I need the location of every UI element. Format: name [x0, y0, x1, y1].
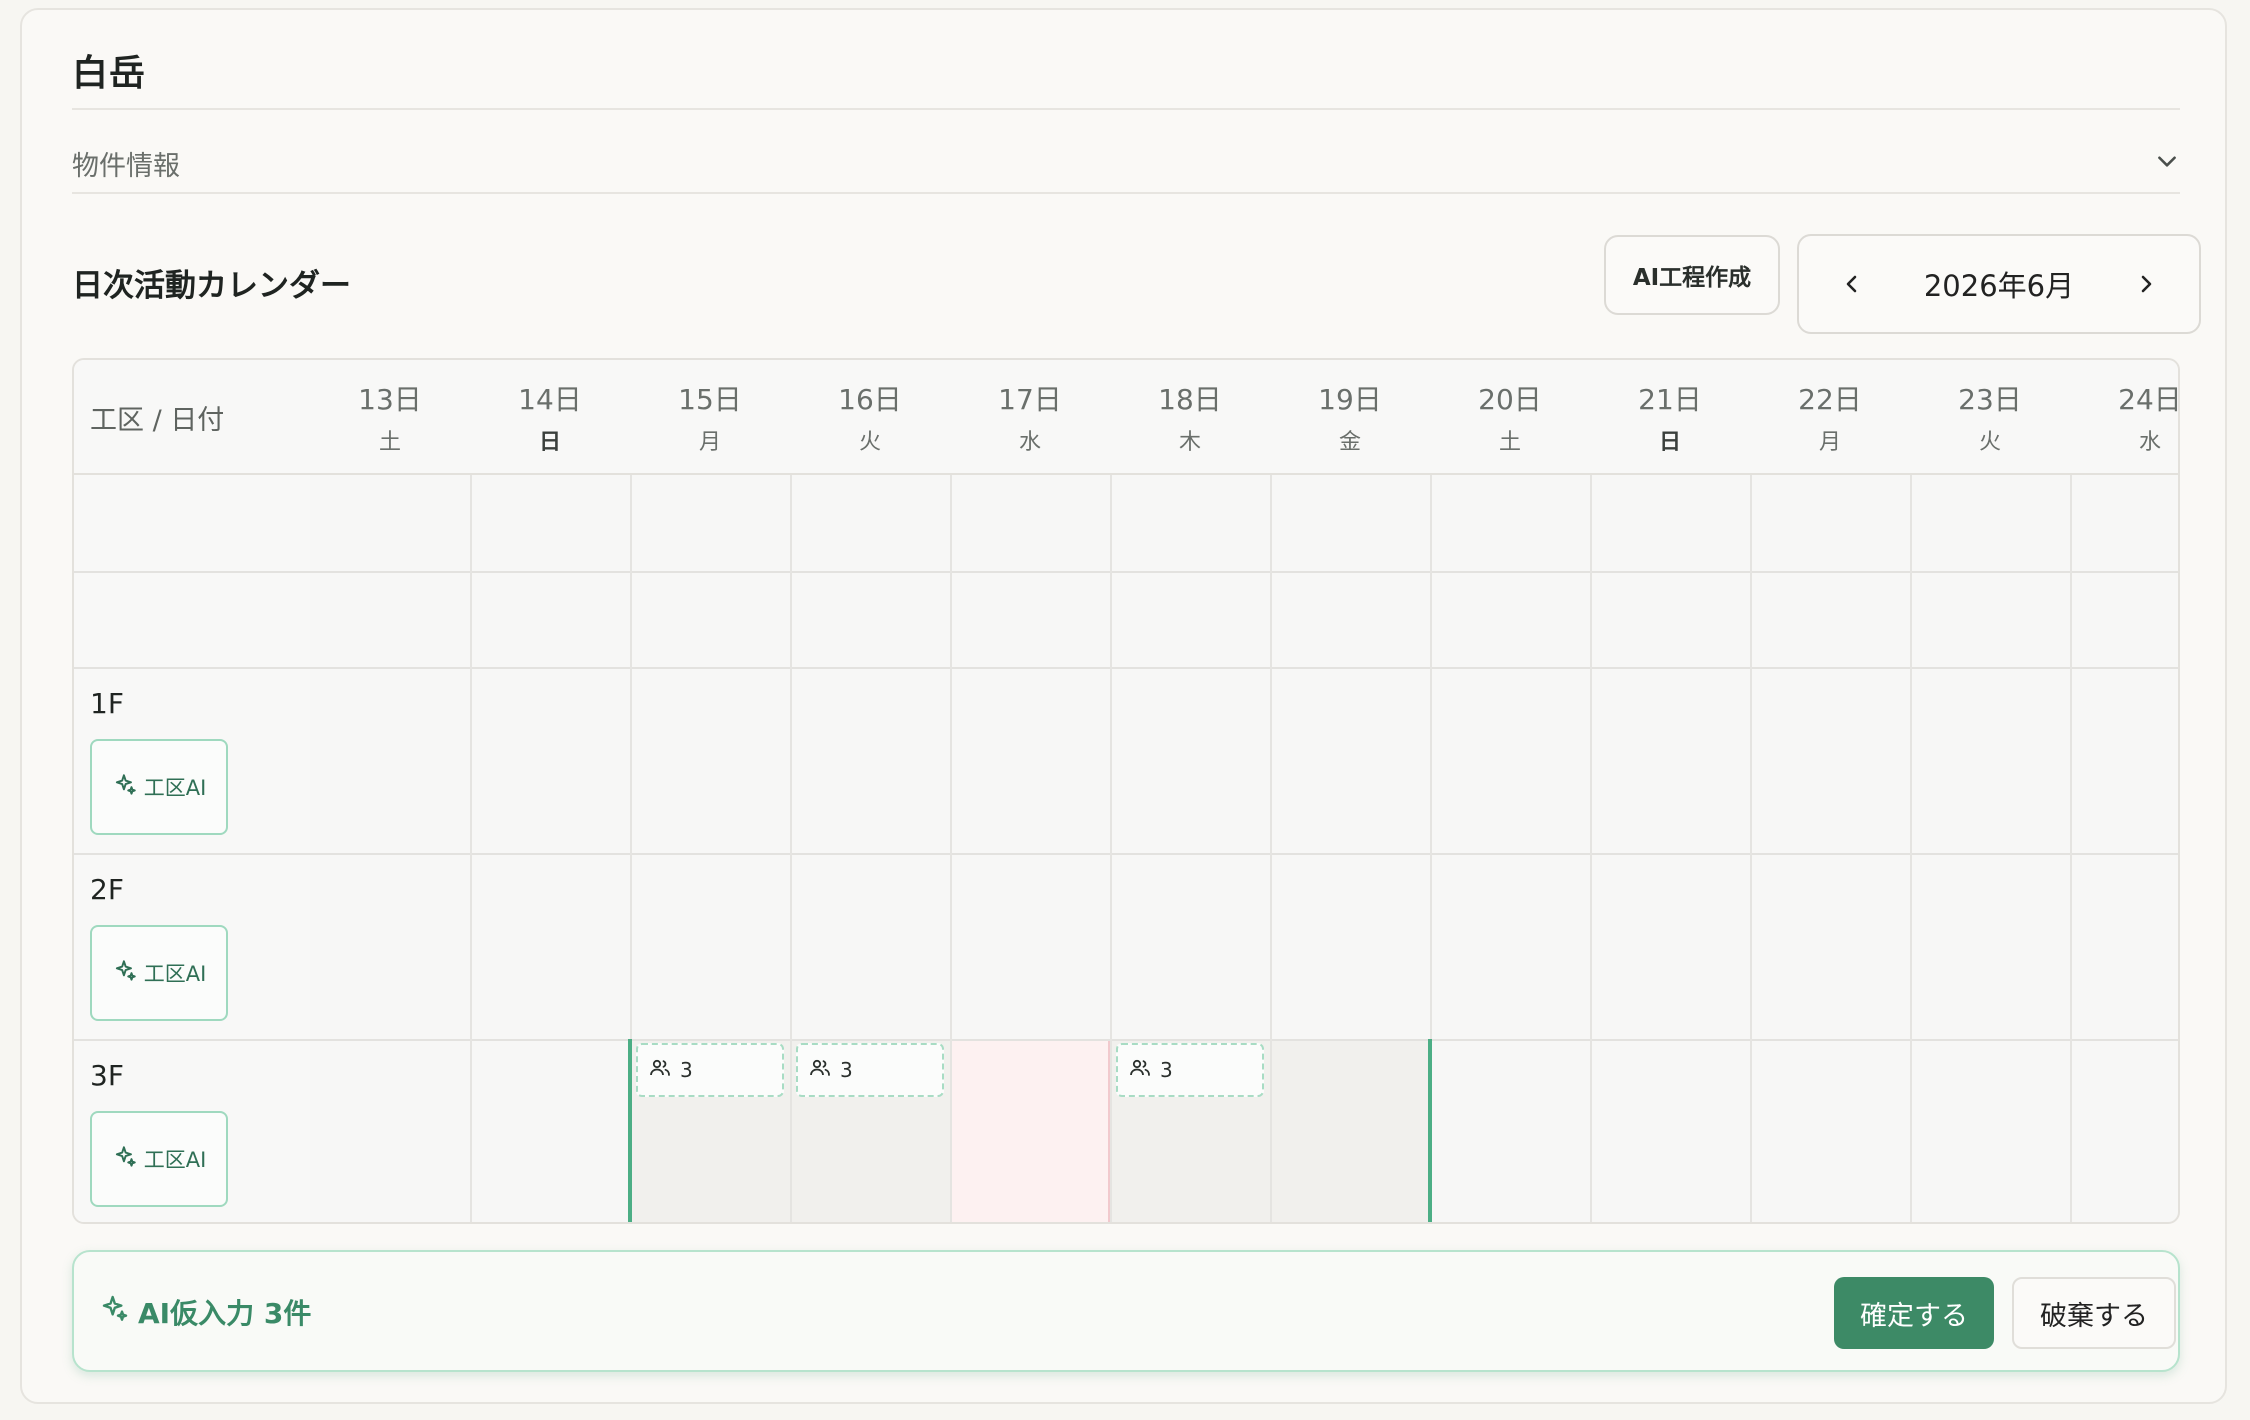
- day-number: 21日: [1638, 383, 1702, 416]
- sparkle-icon: [112, 772, 138, 803]
- column-divider: [2070, 475, 2072, 1222]
- sparkle-icon: [112, 958, 138, 989]
- range-end-marker: [1428, 1039, 1432, 1222]
- day-header: 22日月: [1750, 378, 1910, 456]
- ai-draft-count-text: AI仮入力 3件: [138, 1297, 312, 1330]
- zone-ai-label: 工区AI: [143, 776, 207, 800]
- row-divider: [74, 853, 2178, 855]
- month-navigator: 2026年6月: [1797, 234, 2201, 334]
- ai-schedule-button[interactable]: AI工程作成: [1604, 235, 1780, 315]
- day-header: 21日日: [1590, 378, 1750, 456]
- day-number: 20日: [1478, 383, 1542, 416]
- entry-count: 3: [840, 1058, 853, 1082]
- sparkle-icon: [98, 1293, 130, 1332]
- property-info-accordion[interactable]: 物件情報: [72, 128, 2180, 198]
- day-number: 14日: [518, 383, 582, 416]
- column-divider: [1590, 475, 1592, 1222]
- entry-count: 3: [1160, 1058, 1173, 1082]
- column-divider: [1910, 475, 1912, 1222]
- project-title: 白岳: [72, 53, 147, 94]
- sparkle-icon: [112, 1144, 138, 1175]
- day-number: 15日: [678, 383, 742, 416]
- schedule-cell-conflict[interactable]: [950, 1039, 1110, 1222]
- zone-ai-label: 工区AI: [143, 962, 207, 986]
- day-number: 24日: [2118, 383, 2180, 416]
- chevron-left-icon[interactable]: [1837, 269, 1867, 299]
- confirm-button[interactable]: 確定する: [1834, 1277, 1994, 1349]
- project-card: 白岳 物件情報 日次活動カレンダー AI工程作成 2026年6月 工区 / 日付…: [20, 8, 2227, 1404]
- day-header: 14日日: [470, 378, 630, 456]
- column-divider: [1750, 475, 1752, 1222]
- column-divider: [1270, 475, 1272, 1222]
- zone-ai-button[interactable]: 工区AI: [90, 1111, 228, 1207]
- day-weekday: 土: [1498, 430, 1521, 455]
- schedule-cell[interactable]: [1270, 1039, 1430, 1222]
- day-header: 18日木: [1110, 378, 1270, 456]
- day-weekday: 土: [378, 430, 401, 455]
- divider: [72, 192, 2180, 194]
- column-divider: [790, 475, 792, 1222]
- day-number: 23日: [1958, 383, 2022, 416]
- day-header: 13日土: [310, 378, 470, 456]
- zone-name: 3F: [90, 1059, 124, 1092]
- calendar-header-row: 工区 / 日付 13日土 14日日 15日月 16日火 17日水 18日木 19日金 20日土…: [74, 360, 2180, 475]
- day-header: 20日土: [1430, 378, 1590, 456]
- entry-count: 3: [680, 1058, 693, 1082]
- ai-draft-entry[interactable]: 3: [1116, 1043, 1264, 1097]
- day-header: 16日火: [790, 378, 950, 456]
- ai-draft-entry[interactable]: 3: [796, 1043, 944, 1097]
- day-weekday: 水: [2138, 430, 2161, 455]
- zone-ai-label: 工区AI: [143, 1148, 207, 1172]
- day-weekday: 月: [698, 430, 721, 455]
- day-number: 19日: [1318, 383, 1382, 416]
- day-weekday: 月: [1818, 430, 1841, 455]
- day-number: 22日: [1798, 383, 1862, 416]
- day-weekday: 日: [1658, 430, 1681, 455]
- day-number: 18日: [1158, 383, 1222, 416]
- day-weekday: 火: [858, 430, 881, 455]
- column-divider: [950, 475, 952, 1222]
- discard-button[interactable]: 破棄する: [2012, 1277, 2176, 1349]
- calendar-grid: 工区 / 日付 13日土 14日日 15日月 16日火 17日水 18日木 19日金 20日土…: [72, 358, 2180, 1224]
- people-icon: [808, 1056, 832, 1085]
- day-header: 15日月: [630, 378, 790, 456]
- day-weekday: 金: [1338, 430, 1361, 455]
- zone-ai-button[interactable]: 工区AI: [90, 739, 228, 835]
- day-header: 23日火: [1910, 378, 2070, 456]
- day-weekday: 木: [1178, 430, 1201, 455]
- zone-name: 1F: [90, 687, 124, 720]
- day-header: 24日水: [2070, 378, 2180, 456]
- accordion-label: 物件情報: [72, 150, 180, 182]
- day-header: 17日水: [950, 378, 1110, 456]
- day-weekday: 火: [1978, 430, 2001, 455]
- chevron-right-icon[interactable]: [2131, 269, 2161, 299]
- ai-draft-label: AI仮入力 3件: [98, 1292, 311, 1332]
- zone-ai-button[interactable]: 工区AI: [90, 925, 228, 1021]
- ai-draft-bar: AI仮入力 3件 確定する 破棄する: [72, 1250, 2180, 1372]
- row-divider: [74, 571, 2178, 573]
- range-start-marker: [628, 1039, 632, 1222]
- day-number: 16日: [838, 383, 902, 416]
- people-icon: [648, 1056, 672, 1085]
- day-weekday: 日: [538, 430, 561, 455]
- zone-name: 2F: [90, 873, 124, 906]
- ai-draft-entry[interactable]: 3: [636, 1043, 784, 1097]
- day-weekday: 水: [1018, 430, 1041, 455]
- month-label: 2026年6月: [1923, 269, 2075, 303]
- column-divider: [1110, 475, 1112, 1222]
- day-header: 19日金: [1270, 378, 1430, 456]
- day-number: 17日: [998, 383, 1062, 416]
- calendar-title: 日次活動カレンダー: [72, 268, 351, 304]
- zone-date-header: 工区 / 日付: [90, 405, 225, 436]
- row-divider: [74, 1039, 2178, 1041]
- chevron-down-icon: [2154, 148, 2180, 178]
- column-divider: [470, 475, 472, 1222]
- day-number: 13日: [358, 383, 422, 416]
- people-icon: [1128, 1056, 1152, 1085]
- row-divider: [74, 667, 2178, 669]
- divider: [72, 108, 2180, 110]
